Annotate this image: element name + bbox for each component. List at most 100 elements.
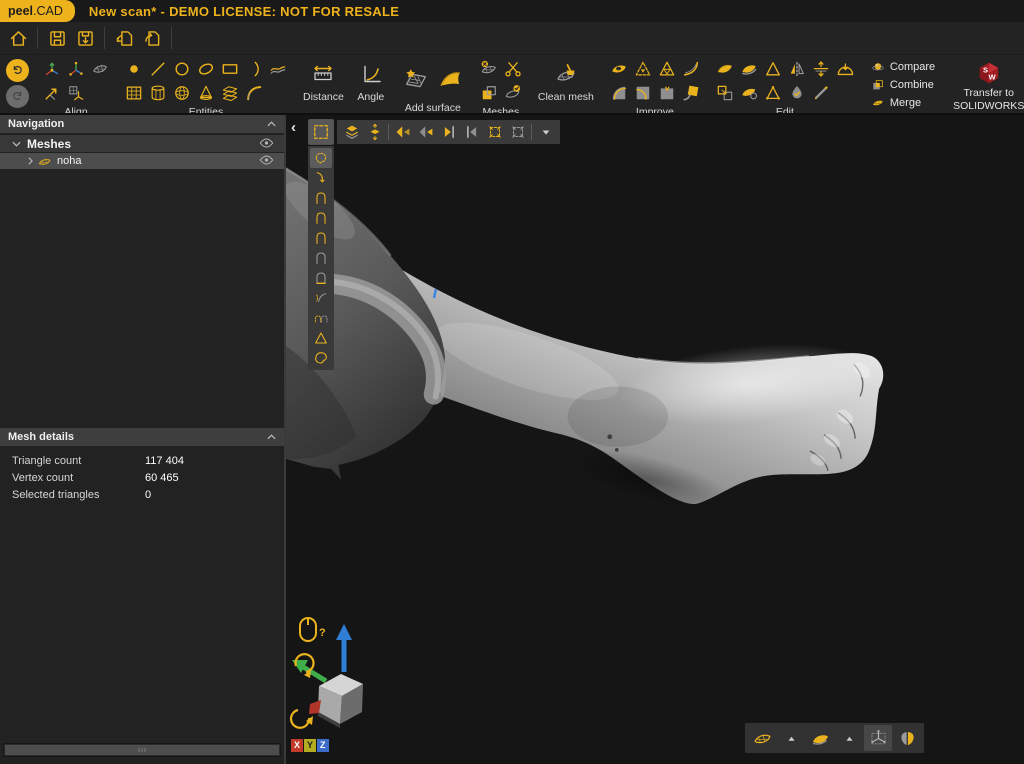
scissors-icon[interactable] xyxy=(501,57,525,81)
visibility-eye-icon[interactable] xyxy=(259,135,274,153)
panel-collapse-arrow[interactable]: ‹ xyxy=(291,120,296,135)
dshape-half-icon[interactable] xyxy=(310,268,332,288)
dshape-icon[interactable] xyxy=(310,228,332,248)
mesh-delete-icon[interactable] xyxy=(477,57,501,81)
tree-item-meshes[interactable]: Meshes xyxy=(0,135,284,152)
merge-mesh-icon[interactable] xyxy=(870,95,886,111)
curve-smooth-icon[interactable] xyxy=(679,57,703,81)
clean-mesh-icon[interactable] xyxy=(551,60,581,88)
align-surface-icon[interactable] xyxy=(88,57,112,81)
grid-plane-icon[interactable] xyxy=(122,81,146,105)
dshape-icon[interactable] xyxy=(310,188,332,208)
pen-curve-icon[interactable] xyxy=(310,168,332,188)
collapse-chevron-icon[interactable] xyxy=(267,121,276,127)
sphere-icon[interactable] xyxy=(170,81,194,105)
redo-icon[interactable] xyxy=(6,85,29,108)
undo-icon[interactable] xyxy=(6,59,29,82)
scrollbar-thumb[interactable] xyxy=(5,745,279,755)
dshape-gray-icon[interactable] xyxy=(310,248,332,268)
ruler-icon[interactable] xyxy=(308,60,338,88)
mesh-details-header[interactable]: Mesh details xyxy=(0,428,284,446)
lasso-icon[interactable] xyxy=(310,148,332,168)
droplet-check-icon[interactable] xyxy=(785,81,809,105)
solidworks-icon[interactable]: SW xyxy=(974,59,1004,87)
fit-in-icon[interactable] xyxy=(506,121,529,143)
save-icon[interactable] xyxy=(43,25,71,51)
sweep-icon[interactable] xyxy=(242,81,266,105)
ellipse-icon[interactable] xyxy=(194,57,218,81)
combine-button[interactable]: Combine xyxy=(870,77,935,93)
arc-icon[interactable] xyxy=(242,57,266,81)
compare-orb-icon[interactable] xyxy=(870,59,886,75)
circle-icon[interactable] xyxy=(170,57,194,81)
tri-dash-icon[interactable] xyxy=(631,57,655,81)
compare-button[interactable]: Compare xyxy=(870,59,935,75)
chevron-right-icon[interactable] xyxy=(28,157,33,165)
align-triad-2-icon[interactable] xyxy=(64,57,88,81)
point-icon[interactable] xyxy=(122,57,146,81)
mesh-check-icon[interactable] xyxy=(501,81,525,105)
surface-b-icon[interactable] xyxy=(737,57,761,81)
navigation-cube[interactable]: ? xyxy=(288,514,398,754)
align-arrow-icon[interactable] xyxy=(40,81,64,105)
surface-fit-icon[interactable] xyxy=(433,57,467,101)
home-icon[interactable] xyxy=(4,25,32,51)
navigation-header[interactable]: Navigation xyxy=(0,115,284,133)
cone-icon[interactable] xyxy=(194,81,218,105)
transfer-to-solidworks-button[interactable]: SW Transfer to SOLIDWORKS xyxy=(945,56,1024,113)
surface-new-icon[interactable] xyxy=(399,57,433,101)
planes-icon[interactable] xyxy=(218,81,242,105)
stack-icon[interactable] xyxy=(340,121,363,143)
notch-icon[interactable] xyxy=(655,81,679,105)
section-blob-icon[interactable] xyxy=(893,725,921,751)
mirror-half-icon[interactable] xyxy=(785,57,809,81)
slot-icon[interactable] xyxy=(266,57,290,81)
angle-icon[interactable] xyxy=(356,60,386,88)
solid-blob-icon[interactable] xyxy=(806,725,834,751)
dshape-icon[interactable] xyxy=(310,208,332,228)
fillet-b-icon[interactable] xyxy=(631,81,655,105)
square-merge-icon[interactable] xyxy=(477,81,501,105)
dash-curve-icon[interactable] xyxy=(310,288,332,308)
tri-outline-icon[interactable] xyxy=(761,57,785,81)
line-icon[interactable] xyxy=(146,57,170,81)
dshape-pair-icon[interactable] xyxy=(310,308,332,328)
wire-blob-icon[interactable] xyxy=(748,725,776,751)
surface-c-icon[interactable] xyxy=(737,81,761,105)
file-rotate-left-icon[interactable] xyxy=(110,25,138,51)
angle-button[interactable]: Angle xyxy=(350,56,392,113)
distance-button[interactable]: Distance xyxy=(297,56,350,113)
pen-line-icon[interactable] xyxy=(809,81,833,105)
to-start-icon[interactable] xyxy=(460,121,483,143)
tri-dots-icon[interactable] xyxy=(761,81,785,105)
caret-up-icon[interactable] xyxy=(777,725,805,751)
origin-axes-icon[interactable] xyxy=(864,725,892,751)
offset-updown-icon[interactable] xyxy=(809,57,833,81)
fit-out-icon[interactable] xyxy=(483,121,506,143)
horizontal-scrollbar[interactable] xyxy=(3,743,281,757)
to-end-icon[interactable] xyxy=(437,121,460,143)
visibility-eye-icon[interactable] xyxy=(259,152,274,170)
caret-down-icon[interactable] xyxy=(534,121,557,143)
surface-a-icon[interactable] xyxy=(713,57,737,81)
rectangle-icon[interactable] xyxy=(218,57,242,81)
tree-item-noha[interactable]: noha xyxy=(0,153,284,169)
align-origin-icon[interactable] xyxy=(64,81,88,105)
align-triad-icon[interactable] xyxy=(40,57,64,81)
blob-select-icon[interactable] xyxy=(310,348,332,368)
cylinder-icon[interactable] xyxy=(146,81,170,105)
marquee-icon[interactable] xyxy=(309,120,333,144)
collapse-chevron-icon[interactable] xyxy=(267,434,276,440)
fillet-a-icon[interactable] xyxy=(607,81,631,105)
clean-mesh-button[interactable]: Clean mesh xyxy=(532,56,600,113)
3d-viewport[interactable]: ‹ ? xyxy=(286,115,1024,764)
touch-up-icon[interactable] xyxy=(679,81,703,105)
merge-button[interactable]: Merge xyxy=(870,95,935,111)
file-rotate-right-icon[interactable] xyxy=(138,25,166,51)
copy-ref-icon[interactable] xyxy=(713,81,737,105)
combine-squares-icon[interactable] xyxy=(870,77,886,93)
dome-down-icon[interactable] xyxy=(833,57,857,81)
stack-arrows-icon[interactable] xyxy=(363,121,386,143)
chevron-down-icon[interactable] xyxy=(12,141,21,147)
tri-nested-icon[interactable] xyxy=(655,57,679,81)
